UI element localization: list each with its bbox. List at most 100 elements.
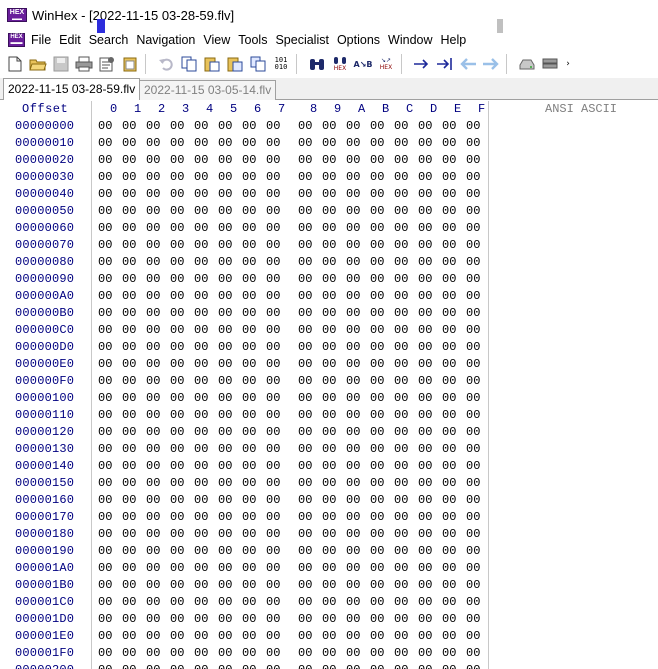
hex-byte[interactable]: 00 <box>346 306 360 320</box>
hex-byte[interactable]: 00 <box>218 646 232 660</box>
hex-byte[interactable]: 00 <box>322 646 336 660</box>
hex-byte[interactable]: 00 <box>298 170 312 184</box>
hex-byte[interactable]: 00 <box>194 578 208 592</box>
hex-byte[interactable]: 00 <box>218 136 232 150</box>
hex-byte[interactable]: 00 <box>346 425 360 439</box>
hex-byte[interactable]: 00 <box>194 663 208 669</box>
hex-byte[interactable]: 00 <box>218 595 232 609</box>
hex-byte[interactable]: 00 <box>218 306 232 320</box>
hex-byte[interactable]: 00 <box>194 544 208 558</box>
hex-byte[interactable]: 00 <box>394 612 408 626</box>
hex-byte[interactable]: 00 <box>442 442 456 456</box>
hex-byte[interactable]: 00 <box>394 187 408 201</box>
ram-icon[interactable] <box>541 55 559 73</box>
hex-byte[interactable]: 00 <box>146 391 160 405</box>
hex-byte[interactable]: 00 <box>170 357 184 371</box>
hex-byte[interactable]: 00 <box>322 476 336 490</box>
hex-byte[interactable]: 00 <box>218 187 232 201</box>
hex-byte[interactable]: 00 <box>194 510 208 524</box>
hex-byte[interactable]: 00 <box>370 391 384 405</box>
hex-byte[interactable]: 00 <box>170 391 184 405</box>
hex-byte[interactable]: 00 <box>266 595 280 609</box>
hex-byte[interactable]: 00 <box>218 340 232 354</box>
hex-byte[interactable]: 00 <box>418 238 432 252</box>
hex-byte[interactable]: 00 <box>170 289 184 303</box>
hex-byte[interactable]: 00 <box>146 221 160 235</box>
hex-byte[interactable]: 00 <box>346 459 360 473</box>
goto-position-icon[interactable] <box>436 55 454 73</box>
hex-byte[interactable]: 00 <box>266 187 280 201</box>
copy-icon[interactable] <box>180 55 198 73</box>
hex-byte[interactable]: 00 <box>418 493 432 507</box>
hex-byte[interactable]: 00 <box>170 578 184 592</box>
hex-byte[interactable]: 00 <box>298 340 312 354</box>
hex-byte[interactable]: 00 <box>418 221 432 235</box>
hex-byte[interactable]: 00 <box>298 561 312 575</box>
hex-byte[interactable]: 00 <box>266 357 280 371</box>
hex-byte[interactable]: 00 <box>418 544 432 558</box>
chevron-right-icon[interactable]: › <box>564 55 572 73</box>
hex-byte[interactable]: 00 <box>346 442 360 456</box>
hex-byte[interactable]: 00 <box>394 153 408 167</box>
hex-byte[interactable]: 00 <box>466 612 480 626</box>
hex-byte[interactable]: 00 <box>218 391 232 405</box>
hex-byte[interactable]: 00 <box>242 663 256 669</box>
hex-byte[interactable]: 00 <box>122 289 136 303</box>
hex-byte[interactable]: 00 <box>266 612 280 626</box>
hex-byte[interactable]: 00 <box>442 459 456 473</box>
hex-byte[interactable]: 00 <box>466 527 480 541</box>
hex-byte[interactable]: 00 <box>394 204 408 218</box>
save-icon[interactable] <box>52 55 70 73</box>
hex-byte[interactable]: 00 <box>266 425 280 439</box>
hex-byte[interactable]: 00 <box>194 221 208 235</box>
hex-byte[interactable]: 00 <box>322 425 336 439</box>
hex-byte[interactable]: 00 <box>466 357 480 371</box>
hex-byte[interactable]: 00 <box>98 493 112 507</box>
hex-byte[interactable]: 00 <box>298 374 312 388</box>
hex-byte[interactable]: 00 <box>122 646 136 660</box>
hex-byte[interactable]: 00 <box>194 374 208 388</box>
hex-byte[interactable]: 00 <box>218 425 232 439</box>
hex-byte[interactable]: 00 <box>266 663 280 669</box>
hex-byte[interactable]: 00 <box>170 595 184 609</box>
hex-byte[interactable]: 00 <box>146 442 160 456</box>
hex-byte[interactable]: 00 <box>322 289 336 303</box>
hex-byte[interactable]: 00 <box>170 306 184 320</box>
hex-byte[interactable]: 00 <box>266 306 280 320</box>
hex-byte[interactable]: 00 <box>242 493 256 507</box>
hex-byte[interactable]: 00 <box>146 408 160 422</box>
hex-byte[interactable]: 00 <box>122 459 136 473</box>
hex-byte[interactable]: 00 <box>146 527 160 541</box>
hex-byte[interactable]: 00 <box>322 153 336 167</box>
hex-byte[interactable]: 00 <box>370 629 384 643</box>
hex-byte[interactable]: 00 <box>466 136 480 150</box>
hex-byte[interactable]: 00 <box>370 442 384 456</box>
print-icon[interactable] <box>75 55 93 73</box>
hex-byte[interactable]: 00 <box>442 255 456 269</box>
hex-byte[interactable]: 00 <box>146 578 160 592</box>
hex-byte[interactable]: 00 <box>442 493 456 507</box>
hex-byte[interactable]: 00 <box>242 391 256 405</box>
new-file-icon[interactable] <box>6 55 24 73</box>
hex-byte[interactable]: 00 <box>322 459 336 473</box>
hex-byte[interactable]: 00 <box>298 663 312 669</box>
hex-byte[interactable]: 00 <box>170 238 184 252</box>
hex-byte[interactable]: 00 <box>218 374 232 388</box>
hex-byte[interactable]: 00 <box>218 238 232 252</box>
hex-byte[interactable]: 00 <box>418 119 432 133</box>
hex-byte[interactable]: 00 <box>394 408 408 422</box>
hex-byte[interactable]: 00 <box>194 323 208 337</box>
hex-byte[interactable]: 00 <box>194 493 208 507</box>
hex-byte[interactable]: 00 <box>298 306 312 320</box>
hex-byte[interactable]: 00 <box>98 595 112 609</box>
hex-byte[interactable]: 00 <box>418 153 432 167</box>
hex-byte[interactable]: 00 <box>466 340 480 354</box>
hex-byte[interactable]: 00 <box>98 119 112 133</box>
hex-byte[interactable]: 00 <box>146 272 160 286</box>
hex-byte[interactable]: 00 <box>370 357 384 371</box>
hex-byte[interactable]: 00 <box>322 442 336 456</box>
hex-byte[interactable]: 00 <box>298 510 312 524</box>
hex-byte[interactable]: 00 <box>218 272 232 286</box>
hex-byte[interactable]: 00 <box>346 340 360 354</box>
hex-byte[interactable]: 00 <box>370 459 384 473</box>
